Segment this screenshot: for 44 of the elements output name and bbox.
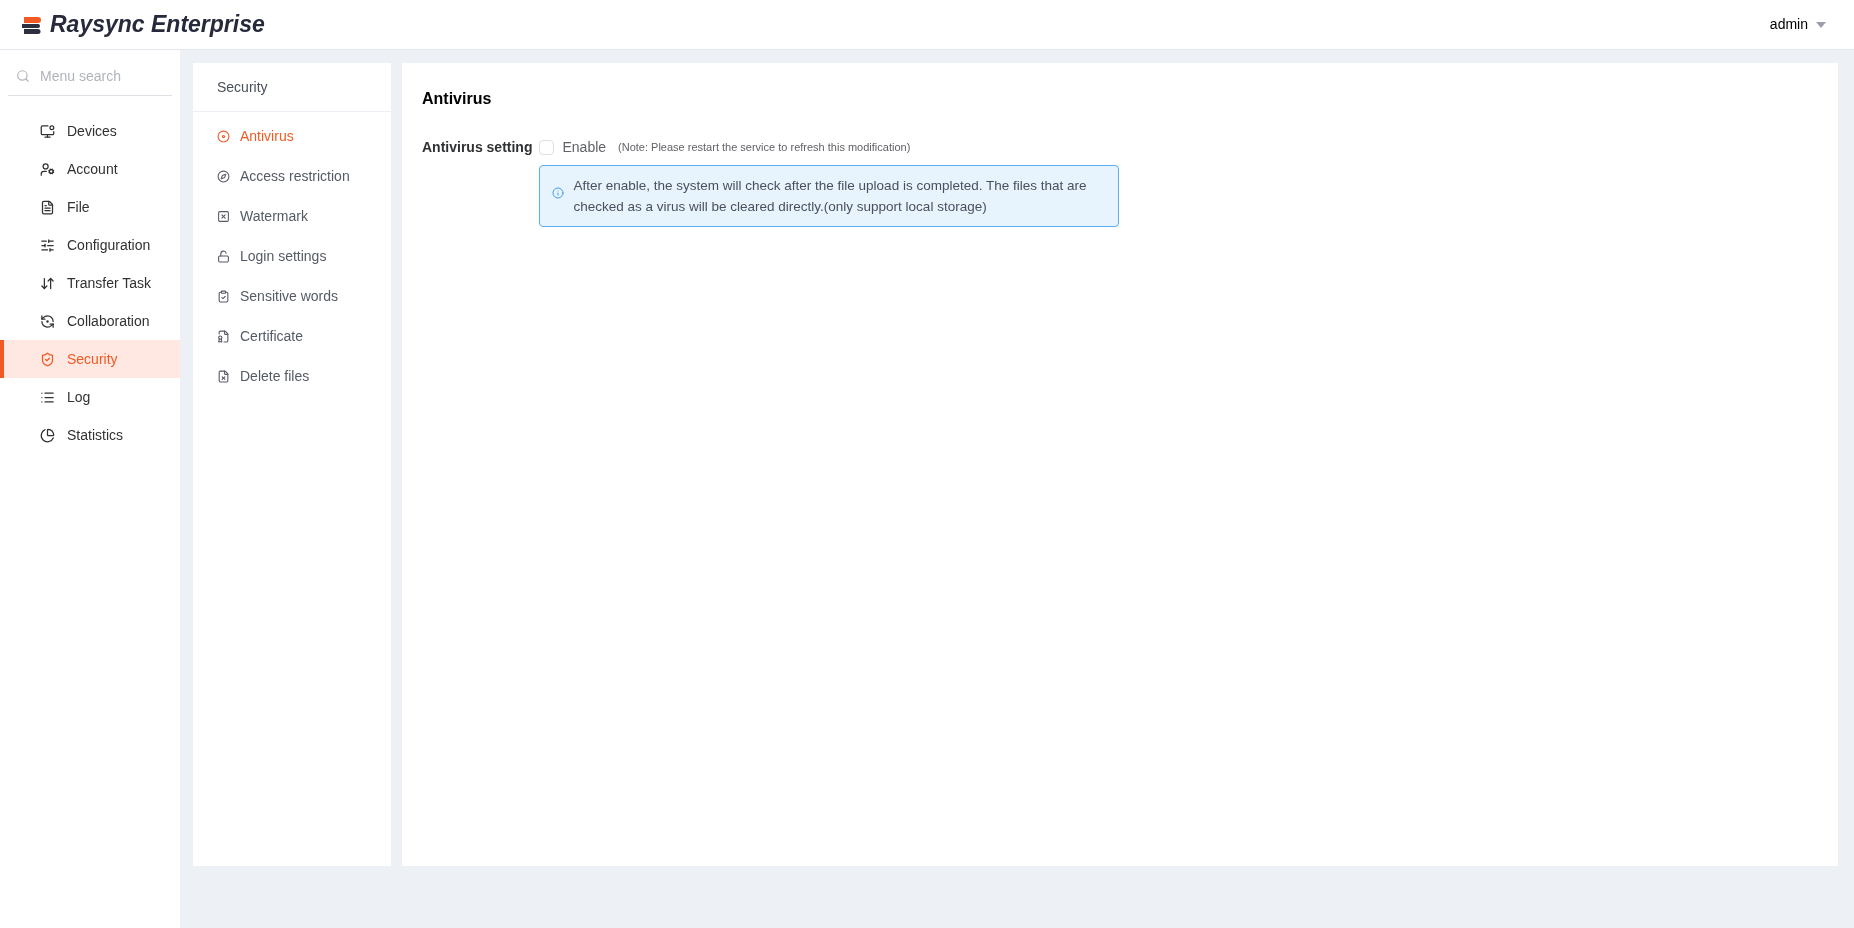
- user-menu[interactable]: admin: [1769, 14, 1826, 35]
- shield-icon: [40, 351, 55, 367]
- sliders-icon: [40, 237, 55, 253]
- monitor-icon: [40, 123, 55, 139]
- sidebar-item[interactable]: Configuration: [0, 226, 180, 264]
- setting-label: Antivirus setting: [422, 138, 533, 157]
- submenu-item[interactable]: Access restriction: [193, 156, 391, 196]
- enable-checkbox[interactable]: [539, 139, 555, 155]
- caret-icon: [1816, 21, 1826, 28]
- sidebar-item[interactable]: Transfer Task: [0, 264, 180, 302]
- file-delete-icon: [217, 369, 230, 383]
- submenu-item[interactable]: Login settings: [193, 236, 391, 276]
- submenu-item[interactable]: Sensitive words: [193, 276, 391, 316]
- brand-name: Raysync Enterprise: [50, 10, 265, 40]
- sidebar-item[interactable]: Collaboration: [0, 302, 180, 340]
- submenu-title: Security: [217, 77, 268, 97]
- sidebar-item[interactable]: File: [0, 188, 180, 226]
- search-icon: [16, 69, 30, 83]
- pie-chart-icon: [40, 427, 55, 443]
- info-icon: [552, 187, 565, 199]
- submenu-item[interactable]: Delete files: [193, 356, 391, 396]
- compass-icon: [217, 169, 230, 183]
- page-title: Antivirus: [422, 89, 493, 109]
- sidebar-item[interactable]: Account: [0, 150, 180, 188]
- circular-arrows-icon: [40, 313, 55, 329]
- list-icon: [40, 389, 55, 405]
- sidebar-item[interactable]: Log: [0, 378, 180, 416]
- sidebar-item[interactable]: Devices: [0, 112, 180, 150]
- disc-icon: [217, 129, 230, 143]
- search-field[interactable]: Menu search: [8, 62, 172, 96]
- padlock-icon: [217, 249, 230, 263]
- logo-icon: [20, 14, 42, 35]
- submenu-item[interactable]: Certificate: [193, 316, 391, 356]
- up-down-arrows-icon: [40, 275, 55, 291]
- restart-note: (Note: Please restart the service to refresh this modification): [618, 139, 911, 155]
- crossed-square-icon: [217, 209, 230, 223]
- clipboard-icon: [217, 289, 230, 303]
- sidebar-item[interactable]: Statistics: [0, 416, 180, 454]
- document-icon: [40, 199, 55, 215]
- info-text: After enable, the system will check after the file upload is completed. The files that are checked as a virus will be cleared directly.(only support local storage): [573, 177, 1088, 216]
- checkbox-label: Enable: [562, 137, 607, 157]
- submenu-item[interactable]: Watermark: [193, 196, 391, 236]
- user-icon: [40, 161, 55, 177]
- certificate-icon: [217, 329, 230, 343]
